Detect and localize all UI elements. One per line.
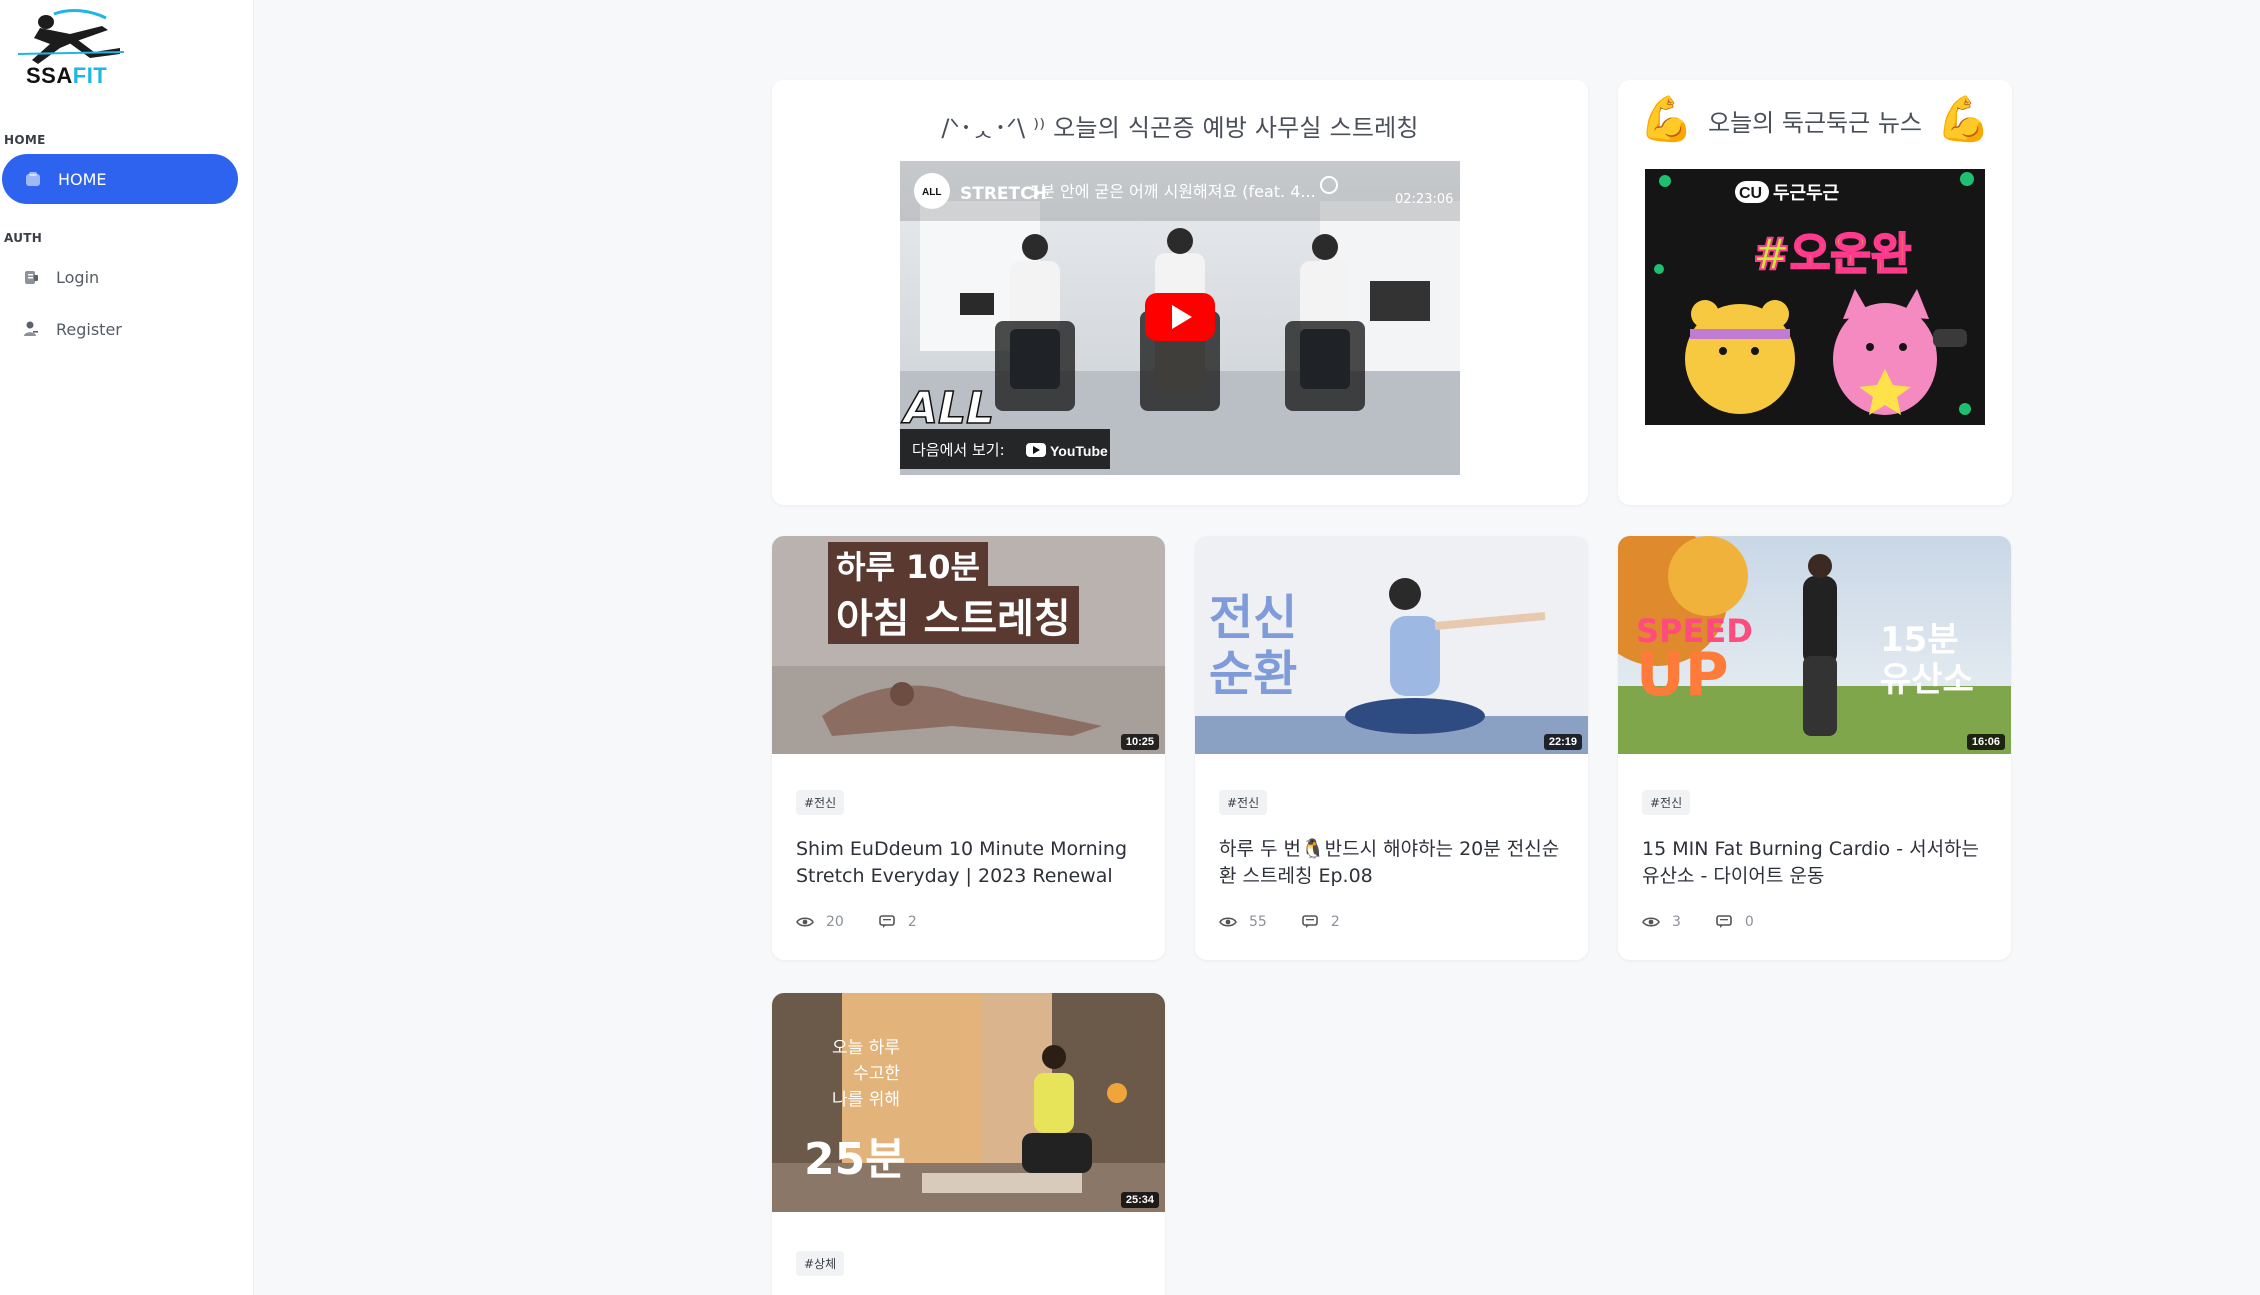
view-count: 55: [1249, 914, 1267, 930]
thumb-text-line4: 25분: [804, 1134, 906, 1185]
video-stats: 20 2: [796, 914, 917, 930]
video-title[interactable]: Shim EuDdeum 10 Minute Morning Stretch E…: [796, 836, 1141, 890]
news-banner[interactable]: CU 두근두근 #오운완: [1645, 169, 1985, 425]
news-title: 오늘의 둑근둑근 뉴스: [1708, 108, 1922, 137]
banner-brand: 두근두근: [1773, 183, 1839, 203]
youtube-wordmark: YouTube: [1050, 443, 1108, 459]
banner-hashtag: #오운완: [1753, 229, 1911, 280]
watch-on-label: 다음에서 보기:: [912, 441, 1005, 459]
eye-icon: [1219, 915, 1237, 929]
thumb-text-line2: 수고한: [853, 1064, 900, 1084]
video-duration: 25:34: [1120, 1192, 1159, 1208]
comment-icon: [878, 915, 896, 929]
section-label-home: HOME: [4, 133, 46, 147]
cu-pinkfong-banner: CU 두근두근 #오운완: [1645, 169, 1985, 425]
thumb-text-line4: 유산소: [1880, 660, 1974, 700]
featured-title: /ᐠ･ᆺ･ᐟ\ ⁾⁾ 오늘의 식곤증 예방 사무실 스트레칭: [941, 114, 1419, 142]
view-count: 20: [826, 914, 844, 930]
thumb-text-line1: 전신: [1209, 590, 1298, 646]
comment-icon: [1715, 915, 1733, 929]
video-card[interactable]: 전신 순환 22:19 #전신 하루 두 번🐧반드시 해야하는 20분 전신순환…: [1195, 536, 1588, 960]
svg-text:ALL: ALL: [922, 187, 941, 198]
thumb-text-line2: UP: [1636, 640, 1729, 710]
news-card: 💪 오늘의 둑근둑근 뉴스 💪 CU 두근두근 #오운완: [1618, 80, 2012, 505]
video-tag: #전신: [1219, 790, 1268, 815]
view-count: 3: [1672, 914, 1681, 930]
video-duration: 16:06: [1966, 734, 2005, 750]
video-title[interactable]: 15 MIN Fat Burning Cardio - 서서하는 유산소 - 다…: [1642, 836, 1987, 890]
comment-count: 2: [907, 914, 917, 930]
video-overlay-title: 5분 안에 굳은 어깨 시원해져요 (feat. 4...: [1030, 182, 1316, 201]
comment-icon: [1301, 915, 1319, 929]
video-duration: 10:25: [1120, 734, 1159, 750]
featured-video-player[interactable]: ALL STRETCH 5분 안에 굳은 어깨 시원해져요 (feat. 4..…: [900, 161, 1460, 475]
video-duration: 22:19: [1543, 734, 1582, 750]
eye-icon: [796, 915, 814, 929]
video-stats: 3 0: [1642, 914, 1754, 930]
sidebar-item-label: Login: [56, 267, 100, 287]
home-icon: [24, 170, 42, 188]
athlete-logo-icon: [17, 9, 125, 64]
video-card[interactable]: SPEED UP 15분 유산소 16:06 #전신 15 MIN Fat Bu…: [1618, 536, 2011, 960]
video-card[interactable]: 하루 10분 아침 스트레칭 10:25 #전신 Shim EuDdeum 10…: [772, 536, 1165, 960]
video-thumbnail[interactable]: 오늘 하루 수고한 나를 위해 25분 25:34: [772, 993, 1165, 1212]
sidebar-item-login[interactable]: Login: [22, 264, 99, 290]
video-thumbnail[interactable]: 하루 10분 아침 스트레칭 10:25: [772, 536, 1165, 754]
video-overlay-time: 02:23:06: [1395, 192, 1453, 207]
video-tag: #상체: [796, 1251, 845, 1276]
video-thumbnail[interactable]: SPEED UP 15분 유산소 16:06: [1618, 536, 2011, 754]
login-icon: [22, 268, 40, 286]
comment-count: 0: [1744, 914, 1754, 930]
sidebar: SSAFIT HOME HOME AUTH Login Register: [0, 0, 254, 1295]
section-label-auth: AUTH: [4, 231, 43, 245]
flexed-biceps-icon: 💪: [1639, 94, 1694, 145]
user-icon: [22, 320, 40, 338]
thumb-text-line3: 나를 위해: [832, 1090, 900, 1110]
video-tag: #전신: [796, 790, 845, 815]
sidebar-item-label: Register: [56, 319, 122, 339]
video-title[interactable]: 하루 두 번🐧반드시 해야하는 20분 전신순환 스트레칭 Ep.08: [1219, 836, 1564, 890]
svg-text:CU: CU: [1739, 185, 1762, 202]
thumb-text-line1: 오늘 하루: [832, 1038, 900, 1058]
sidebar-item-home[interactable]: HOME: [2, 154, 238, 204]
sidebar-item-label: HOME: [58, 169, 107, 189]
ssafit-logo[interactable]: SSAFIT: [10, 8, 128, 88]
flexed-biceps-icon: 💪: [1935, 94, 1991, 145]
comment-count: 2: [1330, 914, 1340, 930]
video-card[interactable]: 오늘 하루 수고한 나를 위해 25분 25:34 #상체: [772, 993, 1165, 1295]
news-title-row: 💪 오늘의 둑근둑근 뉴스 💪: [1618, 98, 2012, 142]
svg-text:ALL: ALL: [901, 383, 994, 434]
video-tag: #전신: [1642, 790, 1691, 815]
featured-stretch-card: /ᐠ･ᆺ･ᐟ\ ⁾⁾ 오늘의 식곤증 예방 사무실 스트레칭 ALL STRET…: [772, 80, 1588, 505]
thumb-text-line1: 하루 10분: [828, 542, 988, 588]
eye-icon: [1642, 915, 1660, 929]
thumb-text-line2: 아침 스트레칭: [828, 586, 1079, 644]
thumb-text-line2: 순환: [1209, 646, 1298, 702]
video-thumbnail[interactable]: 전신 순환 22:19: [1195, 536, 1588, 754]
brand-name: SSAFIT: [26, 63, 108, 88]
office-stretch-scene: ALL STRETCH 5분 안에 굳은 어깨 시원해져요 (feat. 4..…: [900, 161, 1460, 475]
video-stats: 55 2: [1219, 914, 1340, 930]
sidebar-item-register[interactable]: Register: [22, 316, 122, 342]
